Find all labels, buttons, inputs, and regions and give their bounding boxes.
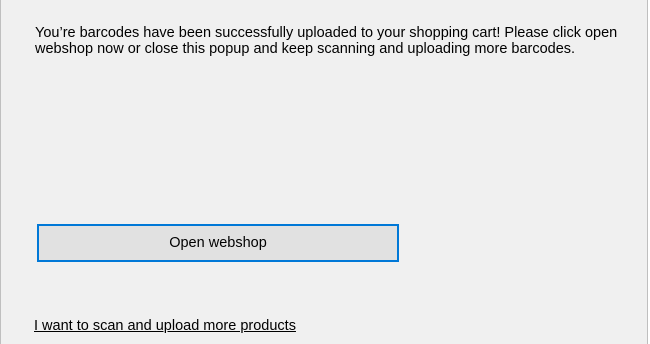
upload-success-popup: You’re barcodes have been successfully u… [0,0,648,344]
open-webshop-button[interactable]: Open webshop [37,224,399,262]
success-message: You’re barcodes have been successfully u… [35,25,618,57]
scan-more-products-link[interactable]: I want to scan and upload more products [34,318,296,334]
